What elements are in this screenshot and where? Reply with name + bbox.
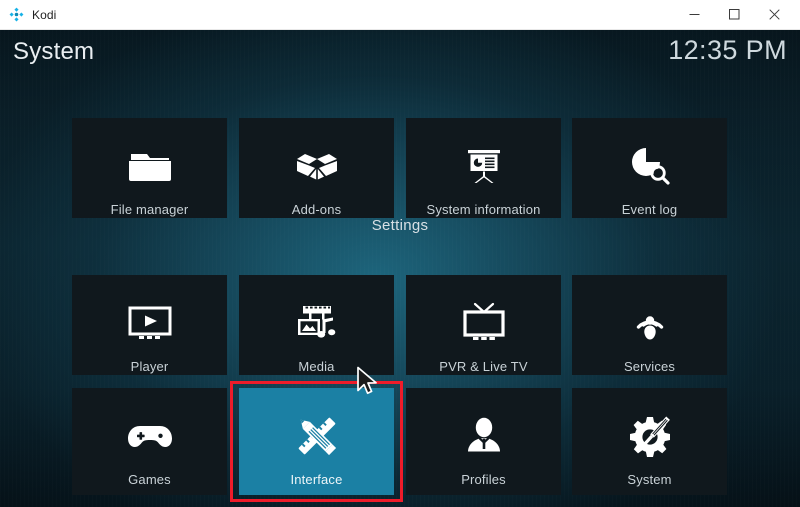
user-icon (456, 408, 512, 464)
tile-label: Event log (621, 202, 678, 217)
window-titlebar: Kodi (0, 0, 800, 30)
tile-label: Services (623, 359, 676, 374)
tile-label: Media (298, 359, 335, 374)
tile-label: Games (128, 472, 171, 487)
clock: 12:35 PM (668, 35, 787, 65)
tile-interface[interactable]: Interface (239, 388, 394, 495)
gamepad-icon (122, 408, 178, 464)
titlebar-left-group: Kodi (0, 7, 56, 22)
gear-screwdriver-icon (622, 408, 678, 464)
kodi-logo-icon (9, 7, 24, 22)
tile-games[interactable]: Games (72, 388, 227, 495)
pencil-ruler-icon (289, 408, 345, 464)
tile-pvr-live-tv[interactable]: PVR & Live TV (406, 275, 561, 375)
window-title: Kodi (32, 7, 57, 22)
settings-section-label: Settings (371, 217, 429, 234)
tv-antenna-icon (456, 295, 512, 351)
page-title: System (13, 38, 95, 65)
broadcast-user-icon (622, 295, 678, 351)
window-controls (674, 0, 800, 30)
tile-services[interactable]: Services (572, 275, 727, 375)
tile-label: File manager (110, 202, 189, 217)
presentation-chart-icon (456, 138, 512, 194)
minimize-button[interactable] (674, 0, 714, 30)
maximize-icon (728, 9, 740, 20)
tile-label: Interface (290, 472, 343, 487)
maximize-button[interactable] (714, 0, 754, 30)
tile-player[interactable]: Player (72, 275, 227, 375)
tile-file-manager[interactable]: File manager (72, 118, 227, 218)
kodi-app-area: System 12:35 PM Settings File manager Ad… (0, 30, 800, 507)
tile-label: System (627, 472, 672, 487)
close-button[interactable] (754, 0, 794, 30)
clock-search-icon (622, 138, 678, 194)
tile-label: Player (130, 359, 169, 374)
open-box-icon (289, 138, 345, 194)
tile-add-ons[interactable]: Add-ons (239, 118, 394, 218)
kodi-header: System 12:35 PM (0, 30, 800, 88)
tile-label: System information (426, 202, 541, 217)
tile-label: Profiles (461, 472, 506, 487)
tile-label: PVR & Live TV (439, 359, 528, 374)
minimize-icon (689, 9, 700, 20)
tile-profiles[interactable]: Profiles (406, 388, 561, 495)
monitor-play-icon (122, 295, 178, 351)
tile-system[interactable]: System (572, 388, 727, 495)
close-icon (768, 9, 780, 20)
folder-icon (122, 138, 178, 194)
tile-system-information[interactable]: System information (406, 118, 561, 218)
tile-media[interactable]: Media (239, 275, 394, 375)
tile-event-log[interactable]: Event log (572, 118, 727, 218)
tile-label: Add-ons (291, 202, 342, 217)
media-library-icon (289, 295, 345, 351)
